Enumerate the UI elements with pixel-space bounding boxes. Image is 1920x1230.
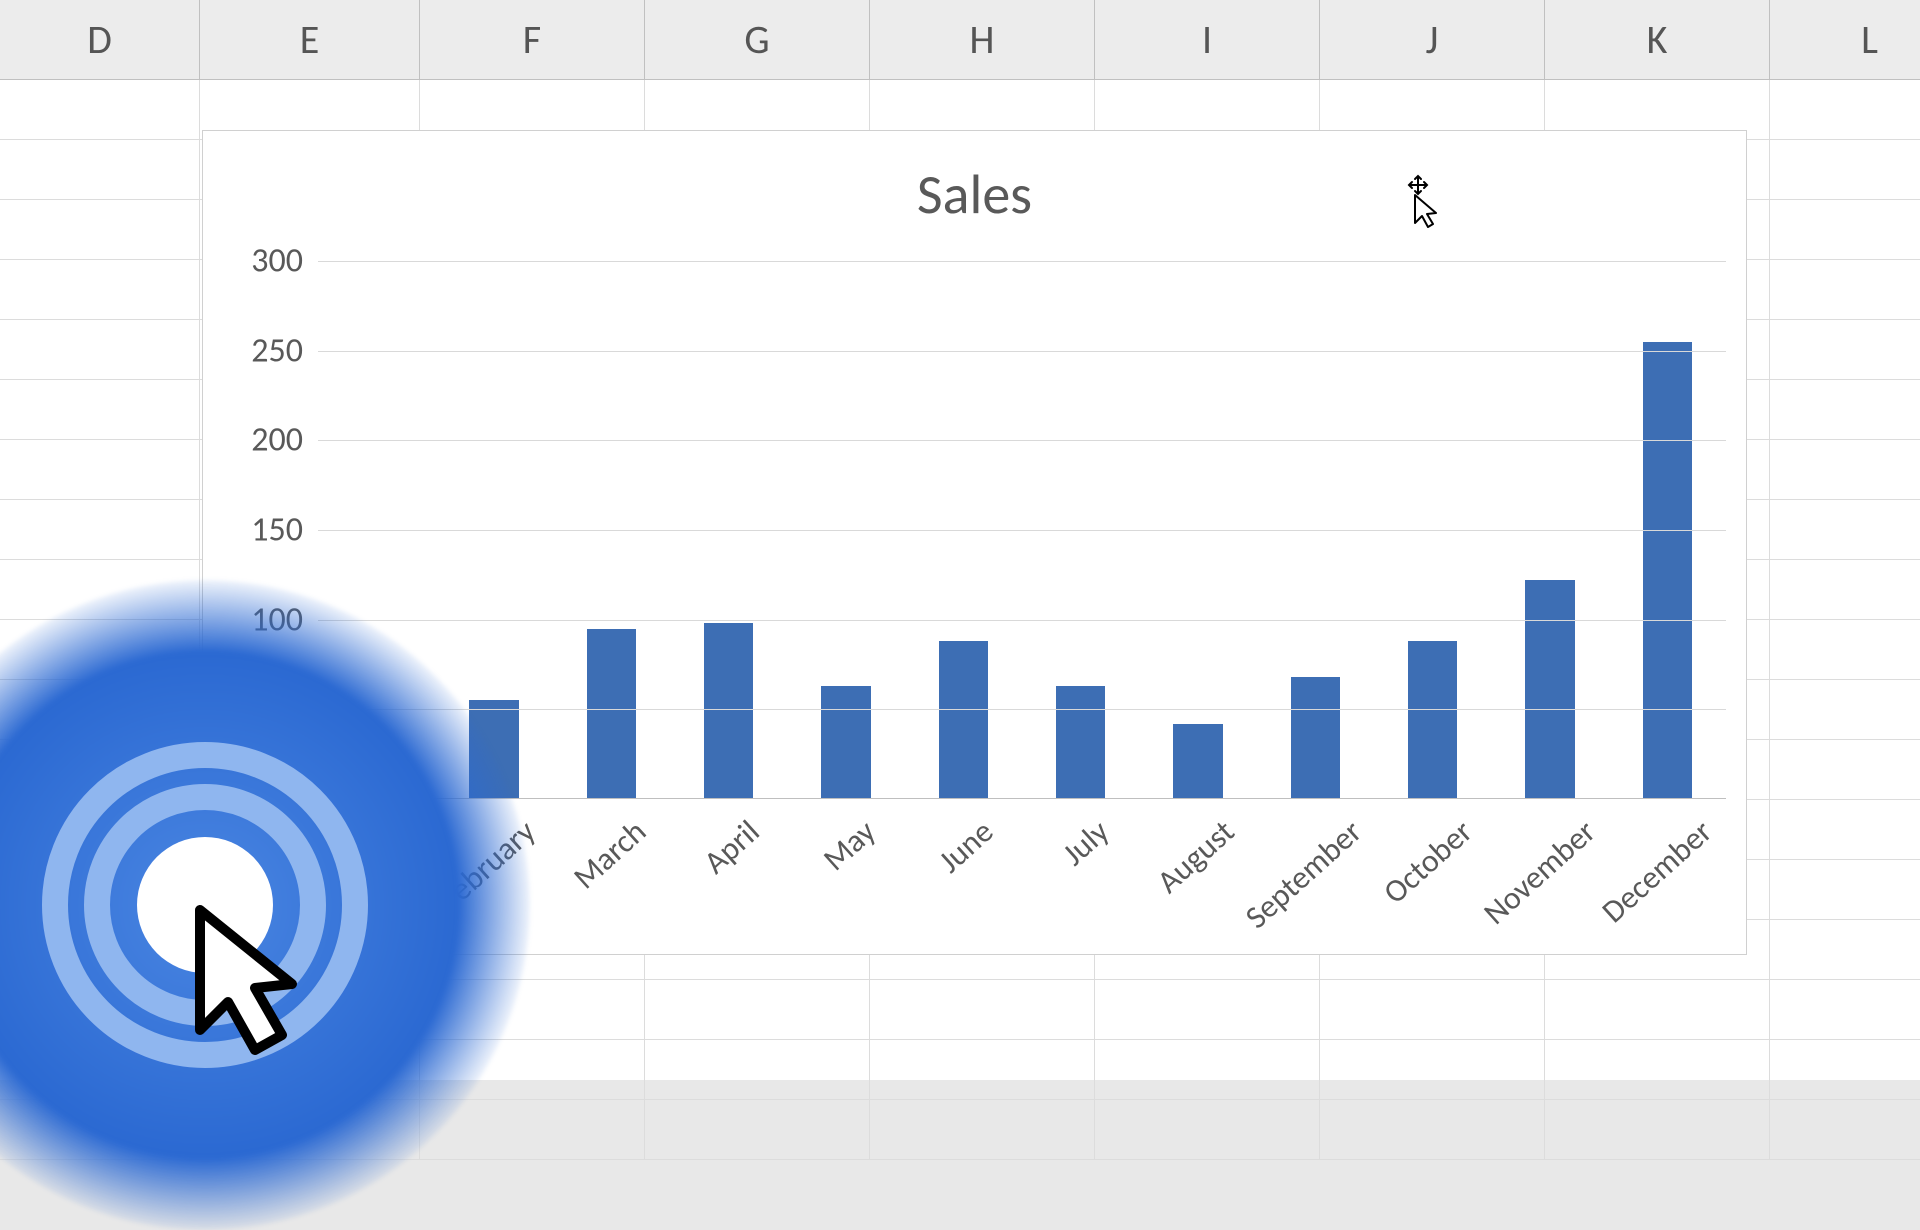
x-label-slot: December	[1609, 804, 1726, 954]
cell[interactable]	[1095, 1100, 1320, 1159]
cell[interactable]	[1320, 1100, 1545, 1159]
x-label-slot: September	[1257, 804, 1374, 954]
cell[interactable]	[0, 320, 200, 379]
x-label-slot: November	[1491, 804, 1608, 954]
cell[interactable]	[1770, 500, 1920, 559]
x-tick-label: September	[1238, 812, 1370, 937]
bar-april[interactable]	[704, 623, 753, 799]
column-headers: DEFGHIJKL	[0, 0, 1920, 80]
cell[interactable]	[645, 1040, 870, 1099]
column-header-i[interactable]: I	[1095, 0, 1320, 79]
gridline	[318, 351, 1726, 352]
column-header-g[interactable]: G	[645, 0, 870, 79]
cell[interactable]	[1770, 140, 1920, 199]
cell[interactable]	[1770, 80, 1920, 139]
cell[interactable]	[0, 380, 200, 439]
bar-may[interactable]	[821, 686, 870, 799]
bar-june[interactable]	[939, 641, 988, 799]
column-header-k[interactable]: K	[1545, 0, 1770, 79]
cell[interactable]	[1770, 920, 1920, 979]
x-tick-label: April	[695, 812, 767, 882]
x-label-slot: April	[670, 804, 787, 954]
cell[interactable]	[1545, 980, 1770, 1039]
cell[interactable]	[1770, 680, 1920, 739]
cell[interactable]	[0, 140, 200, 199]
cell[interactable]	[1770, 320, 1920, 379]
cell[interactable]	[1095, 1040, 1320, 1099]
cell[interactable]	[0, 500, 200, 559]
gridline	[318, 440, 1726, 441]
column-header-j[interactable]: J	[1320, 0, 1545, 79]
gridline	[318, 530, 1726, 531]
cell[interactable]	[0, 440, 200, 499]
cell[interactable]	[1095, 980, 1320, 1039]
bar-december[interactable]	[1643, 342, 1692, 799]
cell[interactable]	[0, 80, 200, 139]
bar-july[interactable]	[1056, 686, 1105, 799]
cell[interactable]	[1770, 620, 1920, 679]
bar-august[interactable]	[1173, 724, 1222, 799]
cell[interactable]	[1770, 860, 1920, 919]
cell[interactable]	[0, 200, 200, 259]
x-tick-label: May	[815, 812, 883, 879]
y-tick-label: 200	[251, 420, 303, 461]
x-label-slot: May	[787, 804, 904, 954]
cell[interactable]	[1770, 260, 1920, 319]
gridline	[318, 261, 1726, 262]
x-tick-label: December	[1594, 812, 1720, 931]
bar-october[interactable]	[1408, 641, 1457, 799]
cell[interactable]	[1770, 1100, 1920, 1159]
x-label-slot: March	[553, 804, 670, 954]
bar-november[interactable]	[1525, 580, 1574, 799]
x-tick-label: July	[1054, 812, 1116, 874]
y-tick-label: 250	[251, 330, 303, 371]
column-header-d[interactable]: D	[0, 0, 200, 79]
cell[interactable]	[1770, 980, 1920, 1039]
column-header-l[interactable]: L	[1770, 0, 1920, 79]
cell[interactable]	[1545, 1100, 1770, 1159]
column-header-h[interactable]: H	[870, 0, 1095, 79]
x-tick-label: October	[1375, 812, 1480, 912]
x-label-slot: October	[1374, 804, 1491, 954]
bar-march[interactable]	[587, 629, 636, 799]
x-label-slot: August	[1139, 804, 1256, 954]
cell[interactable]	[645, 1100, 870, 1159]
cell[interactable]	[1770, 200, 1920, 259]
cell[interactable]	[1770, 1040, 1920, 1099]
bar-september[interactable]	[1291, 677, 1340, 799]
column-header-f[interactable]: F	[420, 0, 645, 79]
chart-title[interactable]: Sales	[203, 131, 1746, 229]
cell[interactable]	[1545, 1040, 1770, 1099]
cell[interactable]	[1770, 380, 1920, 439]
x-label-slot: July	[1022, 804, 1139, 954]
x-label-slot: June	[905, 804, 1022, 954]
x-tick-label: March	[566, 812, 654, 897]
cell[interactable]	[870, 1100, 1095, 1159]
cell[interactable]	[1770, 440, 1920, 499]
y-tick-label: 150	[251, 510, 303, 551]
y-tick-label: 300	[251, 241, 303, 282]
cell[interactable]	[0, 260, 200, 319]
column-header-e[interactable]: E	[200, 0, 420, 79]
cell[interactable]	[645, 980, 870, 1039]
x-tick-label: August	[1149, 812, 1242, 901]
cell[interactable]	[1770, 560, 1920, 619]
watermark-logo	[0, 580, 530, 1230]
cell[interactable]	[870, 1040, 1095, 1099]
cell[interactable]	[1320, 980, 1545, 1039]
cell[interactable]	[1770, 740, 1920, 799]
cell[interactable]	[870, 980, 1095, 1039]
x-tick-label: June	[931, 812, 1001, 881]
cell[interactable]	[1320, 1040, 1545, 1099]
cell[interactable]	[1770, 800, 1920, 859]
x-tick-label: November	[1476, 812, 1604, 933]
